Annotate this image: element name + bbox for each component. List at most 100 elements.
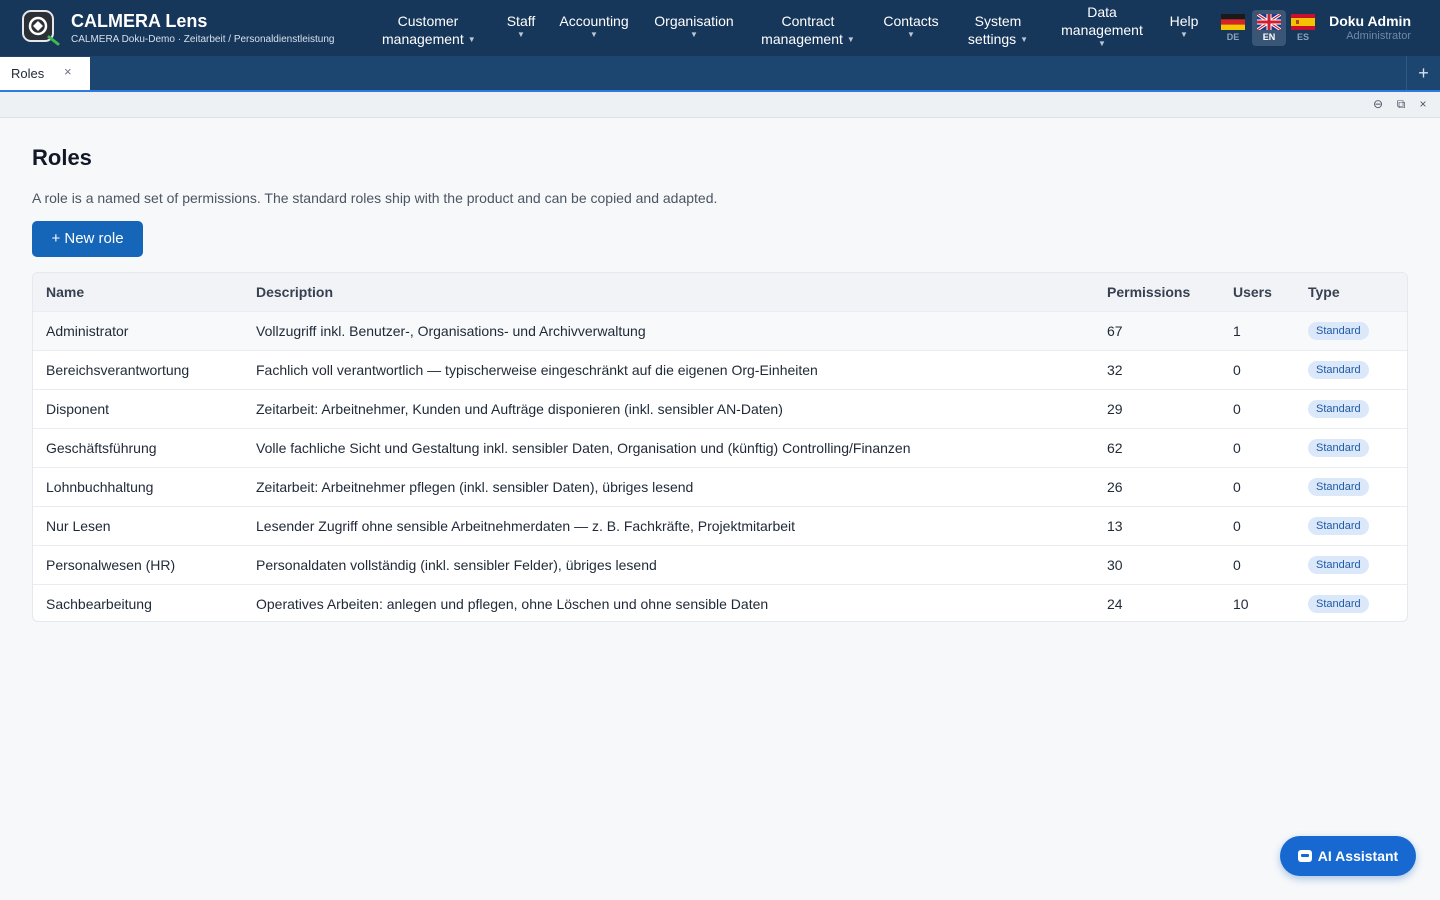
table-row[interactable]: Geschäftsführung Volle fachliche Sicht u…: [33, 428, 1407, 467]
add-tab-button[interactable]: +: [1406, 56, 1440, 90]
role-type-badge: Standard: [1308, 595, 1369, 613]
role-users: 0: [1233, 401, 1241, 417]
role-users: 10: [1233, 596, 1249, 612]
table-row[interactable]: Nur Lesen Lesender Zugriff ohne sensible…: [33, 506, 1407, 545]
role-type-badge: Standard: [1308, 400, 1369, 418]
role-users: 0: [1233, 479, 1241, 495]
user-name[interactable]: Doku Admin: [1329, 13, 1411, 29]
nav-label: System: [974, 13, 1022, 29]
role-permissions: 62: [1107, 440, 1123, 456]
nav-staff[interactable]: Staff ▼: [500, 12, 542, 40]
tab-label: Roles: [11, 66, 45, 81]
role-description: Lesender Zugriff ohne sensible Arbeitneh…: [256, 518, 796, 534]
brand-subtitle: CALMERA Doku-Demo · Zeitarbeit / Persona…: [71, 34, 335, 45]
role-type-badge: Standard: [1308, 478, 1369, 496]
minimize-icon[interactable]: ⊖: [1370, 96, 1386, 112]
nav-accounting[interactable]: Accounting ▼: [556, 12, 632, 40]
nav-label: Staff: [506, 13, 536, 29]
table-header: Name Description Permissions Users Type: [33, 273, 1407, 311]
role-type-badge: Standard: [1308, 439, 1369, 457]
nav-label: management: [1061, 22, 1143, 38]
nav-system-settings[interactable]: System settings ▼: [964, 12, 1032, 49]
chevron-down-icon: ▼: [1020, 35, 1029, 45]
role-description: Fachlich voll verantwortlich — typischer…: [256, 362, 818, 378]
tab-bar: [0, 56, 1440, 90]
role-name: Geschäftsführung: [46, 440, 157, 456]
nav-label: Help: [1169, 13, 1199, 29]
role-permissions: 67: [1107, 323, 1123, 339]
uk-flag-icon: [1257, 14, 1281, 30]
language-en[interactable]: EN: [1252, 10, 1286, 46]
table-row[interactable]: Disponent Zeitarbeit: Arbeitnehmer, Kund…: [33, 389, 1407, 428]
nav-contacts[interactable]: Contacts ▼: [880, 12, 942, 40]
role-type-badge: Standard: [1308, 517, 1369, 535]
role-type-badge: Standard: [1308, 322, 1369, 340]
column-header-users[interactable]: Users: [1233, 284, 1272, 300]
role-users: 1: [1233, 323, 1241, 339]
column-header-name[interactable]: Name: [46, 284, 84, 300]
role-description: Volle fachliche Sicht und Gestaltung ink…: [256, 440, 911, 456]
chevron-down-icon: ▼: [690, 30, 698, 39]
table-row[interactable]: Lohnbuchhaltung Zeitarbeit: Arbeitnehmer…: [33, 467, 1407, 506]
language-de[interactable]: DE: [1216, 10, 1250, 46]
window-toolbar: [0, 92, 1440, 118]
close-window-icon[interactable]: ×: [1415, 96, 1431, 112]
role-permissions: 24: [1107, 596, 1123, 612]
app-logo[interactable]: [20, 8, 60, 46]
close-tab-icon[interactable]: ×: [64, 64, 72, 79]
chevron-down-icon: ▼: [467, 35, 476, 45]
germany-flag-icon: [1221, 14, 1245, 30]
language-code: DE: [1226, 32, 1240, 42]
table-row[interactable]: Personalwesen (HR) Personaldaten vollstä…: [33, 545, 1407, 584]
ai-assistant-button[interactable]: AI Assistant: [1280, 836, 1416, 876]
tab-roles[interactable]: Roles ×: [0, 57, 90, 90]
role-users: 0: [1233, 440, 1241, 456]
robot-icon: [1297, 850, 1312, 862]
nav-label: Accounting: [559, 13, 629, 29]
nav-contract-management[interactable]: Contract management ▼: [760, 12, 856, 49]
nav-label: Data: [1087, 4, 1117, 20]
role-users: 0: [1233, 518, 1241, 534]
chevron-down-icon: ▼: [1180, 30, 1188, 39]
column-header-type[interactable]: Type: [1308, 284, 1340, 300]
column-header-permissions[interactable]: Permissions: [1107, 284, 1190, 300]
page-description: A role is a named set of permissions. Th…: [32, 190, 718, 206]
role-permissions: 29: [1107, 401, 1123, 417]
chevron-down-icon: ▼: [590, 30, 598, 39]
role-permissions: 30: [1107, 557, 1123, 573]
nav-label: Contract: [781, 13, 835, 29]
nav-customer-management[interactable]: Customer management ▼: [382, 12, 476, 49]
role-description: Personaldaten vollständig (inkl. sensibl…: [256, 557, 657, 573]
role-users: 0: [1233, 362, 1241, 378]
brand-title: CALMERA Lens: [71, 11, 208, 31]
role-description: Vollzugriff inkl. Benutzer-, Organisatio…: [256, 323, 646, 339]
table-row[interactable]: Administrator Vollzugriff inkl. Benutzer…: [33, 311, 1407, 350]
role-name: Sachbearbeitung: [46, 596, 152, 612]
table-row[interactable]: Sachbearbeitung Operatives Arbeiten: anl…: [33, 584, 1407, 621]
restore-window-icon[interactable]: ⧉: [1393, 96, 1409, 112]
page-title: Roles: [32, 145, 92, 170]
ai-assistant-label: AI Assistant: [1317, 848, 1399, 864]
language-es[interactable]: ES: [1286, 10, 1320, 46]
language-code: EN: [1262, 32, 1276, 42]
nav-label: Customer: [397, 13, 459, 29]
nav-label: settings: [967, 31, 1017, 47]
table-row[interactable]: Bereichsverantwortung Fachlich voll vera…: [33, 350, 1407, 389]
nav-help[interactable]: Help ▼: [1164, 12, 1204, 40]
role-type-badge: Standard: [1308, 361, 1369, 379]
language-code: ES: [1296, 32, 1309, 42]
column-header-description[interactable]: Description: [256, 284, 333, 300]
nav-data-management[interactable]: Data management ▼: [1058, 3, 1146, 49]
role-description: Zeitarbeit: Arbeitnehmer pflegen (inkl. …: [256, 479, 694, 495]
role-type-badge: Standard: [1308, 556, 1369, 574]
chevron-down-icon: ▼: [1098, 39, 1106, 48]
roles-table: Name Description Permissions Users Type …: [32, 272, 1408, 622]
chevron-down-icon: ▼: [846, 35, 855, 45]
role-permissions: 13: [1107, 518, 1123, 534]
spain-flag-icon: [1291, 14, 1315, 30]
role-users: 0: [1233, 557, 1241, 573]
nav-label: Organisation: [654, 13, 734, 29]
new-role-button[interactable]: + New role: [32, 221, 143, 257]
nav-organisation[interactable]: Organisation ▼: [650, 12, 738, 40]
role-name: Administrator: [46, 323, 129, 339]
